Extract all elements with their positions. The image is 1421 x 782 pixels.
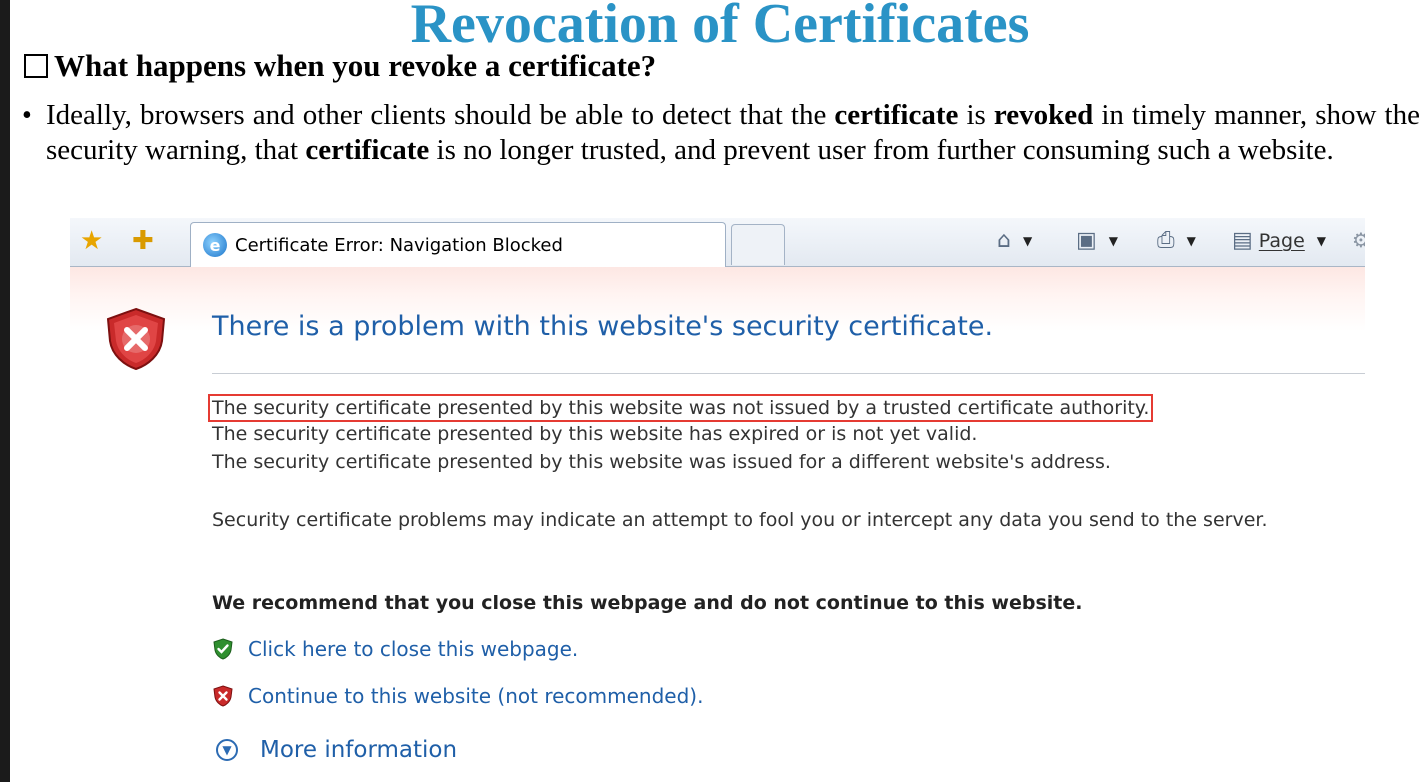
heading-divider xyxy=(212,373,1365,374)
bullet-point: • Ideally, browsers and other clients sh… xyxy=(22,98,1420,168)
favorites-star-icon[interactable]: ★ xyxy=(80,226,103,256)
left-edge-bar xyxy=(0,0,10,782)
recommendation-text: We recommend that you close this webpage… xyxy=(212,592,1083,614)
bullet-text: Ideally, browsers and other clients shou… xyxy=(46,98,1420,168)
page-menu-label: Page xyxy=(1258,229,1305,252)
error-heading: There is a problem with this website's s… xyxy=(212,311,994,342)
ie-logo-icon: e xyxy=(203,233,227,257)
feeds-dropdown-arrow-icon[interactable]: ▼ xyxy=(1109,234,1118,248)
feeds-button[interactable]: ▣ ▼ xyxy=(1076,228,1118,253)
expand-chevron-icon: ▼ xyxy=(216,739,238,761)
more-information-link[interactable]: ▼ More information xyxy=(216,737,457,763)
browser-toolbar: ★ ✚ e Certificate Error: Navigation Bloc… xyxy=(70,218,1365,267)
continue-website-link[interactable]: Continue to this website (not recommende… xyxy=(212,684,703,708)
bullet-text-part: Ideally, browsers and other clients shou… xyxy=(46,99,835,131)
close-webpage-link-text[interactable]: Click here to close this webpage. xyxy=(248,637,578,661)
close-webpage-link[interactable]: Click here to close this webpage. xyxy=(212,637,578,661)
security-warning-text: Security certificate problems may indica… xyxy=(212,509,1268,531)
page-dropdown-arrow-icon[interactable]: ▼ xyxy=(1317,234,1326,248)
error-shield-icon xyxy=(106,307,166,371)
bullet-bold-certificate: certificate xyxy=(834,99,959,131)
page-icon: ▤ xyxy=(1232,228,1253,253)
subheading-text: What happens when you revoke a certifica… xyxy=(54,48,657,83)
green-check-shield-icon xyxy=(213,638,233,660)
print-button[interactable]: ⎙ ▼ xyxy=(1157,228,1196,253)
reason-expired: The security certificate presented by th… xyxy=(212,423,978,445)
home-icon: ⌂ xyxy=(997,228,1011,253)
reason-wrong-address: The security certificate presented by th… xyxy=(212,451,1111,473)
continue-website-link-text[interactable]: Continue to this website (not recommende… xyxy=(248,684,703,708)
browser-screenshot: ★ ✚ e Certificate Error: Navigation Bloc… xyxy=(70,218,1365,782)
print-dropdown-arrow-icon[interactable]: ▼ xyxy=(1187,234,1196,248)
bullet-icon: • xyxy=(22,100,32,131)
page-menu-button[interactable]: ▤ Page ▼ xyxy=(1232,228,1326,253)
bullet-text-part: is xyxy=(958,99,994,131)
home-dropdown-arrow-icon[interactable]: ▼ xyxy=(1023,234,1032,248)
certificate-error-page: There is a problem with this website's s… xyxy=(70,267,1365,782)
bullet-bold-certificate: certificate xyxy=(305,134,430,166)
tab-certificate-error[interactable]: e Certificate Error: Navigation Blocked xyxy=(190,222,726,267)
add-favorites-icon[interactable]: ✚ xyxy=(132,226,154,256)
feeds-icon: ▣ xyxy=(1076,228,1097,253)
tab-title: Certificate Error: Navigation Blocked xyxy=(235,234,563,256)
print-icon: ⎙ xyxy=(1157,228,1175,253)
bullet-bold-revoked: revoked xyxy=(993,99,1094,131)
new-tab-button[interactable] xyxy=(731,224,785,265)
bullet-text-part: is no longer trusted, and prevent user f… xyxy=(429,134,1334,166)
more-information-link-text[interactable]: More information xyxy=(260,737,457,763)
tools-gear-icon[interactable]: ⚙ xyxy=(1352,228,1365,252)
red-x-shield-icon xyxy=(213,685,233,707)
home-button[interactable]: ⌂ ▼ xyxy=(997,228,1032,253)
reason-untrusted-authority-highlighted: The security certificate presented by th… xyxy=(208,394,1154,422)
checkbox-square-icon xyxy=(24,54,48,78)
slide-subheading: What happens when you revoke a certifica… xyxy=(24,48,656,84)
